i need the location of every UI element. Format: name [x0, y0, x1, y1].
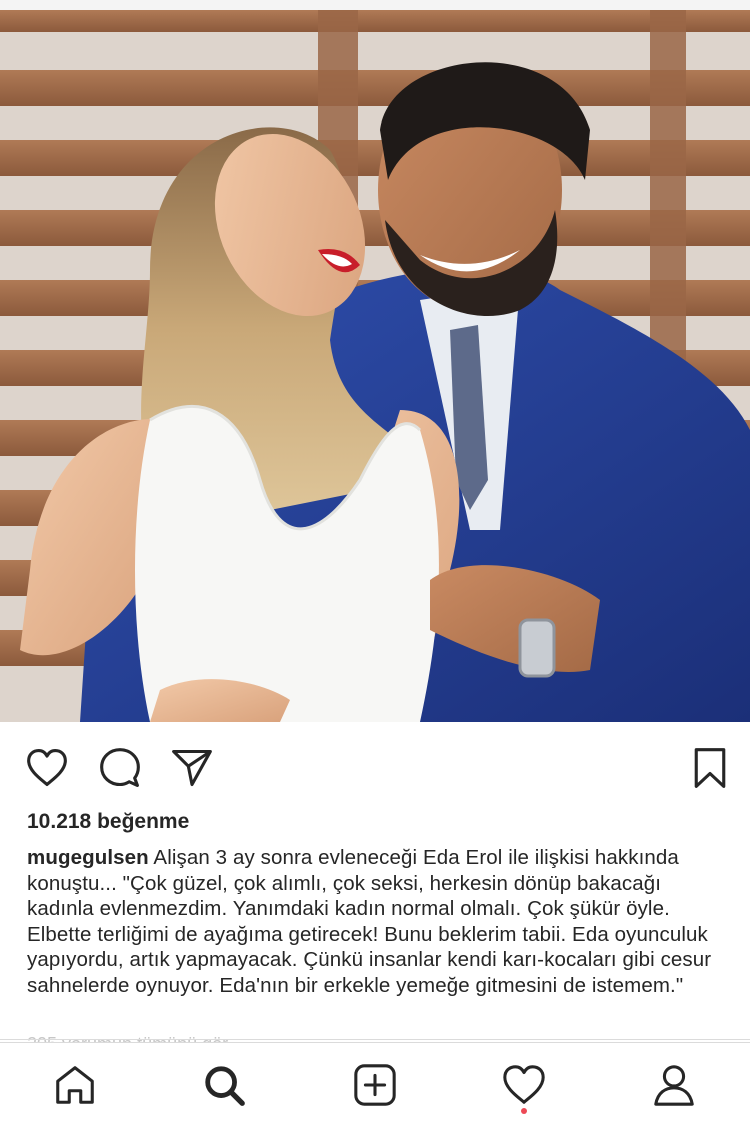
- tab-home[interactable]: [49, 1059, 101, 1111]
- like-button[interactable]: [23, 744, 71, 792]
- post-photo[interactable]: [0, 10, 750, 722]
- comment-button[interactable]: [96, 744, 144, 792]
- activity-heart-icon: [503, 1065, 545, 1104]
- new-post-icon: [354, 1064, 396, 1106]
- activity-notification-dot: [521, 1108, 527, 1114]
- home-icon: [56, 1066, 94, 1104]
- heart-outline-icon: [27, 749, 67, 787]
- post-caption: mugegulsen Alişan 3 ay sonra evleneceği …: [27, 845, 727, 999]
- post-photo-illustration: [0, 10, 750, 722]
- paper-plane-icon: [172, 749, 212, 787]
- tab-search[interactable]: [198, 1059, 250, 1111]
- bookmark-icon: [694, 748, 726, 788]
- tab-new-post[interactable]: [349, 1059, 401, 1111]
- search-icon: [205, 1066, 245, 1106]
- top-strip: [0, 0, 750, 10]
- likes-count[interactable]: 10.218 beğenme: [27, 810, 189, 834]
- share-button[interactable]: [168, 744, 216, 792]
- divider: [0, 1039, 750, 1040]
- save-button[interactable]: [686, 744, 734, 792]
- bottom-tab-bar: [0, 1042, 750, 1122]
- caption-username[interactable]: mugegulsen: [27, 846, 149, 869]
- comment-bubble-icon: [100, 748, 140, 787]
- tab-activity[interactable]: [498, 1059, 550, 1111]
- tab-profile[interactable]: [648, 1059, 700, 1111]
- profile-icon: [654, 1065, 694, 1106]
- post-actions-row: [0, 722, 750, 812]
